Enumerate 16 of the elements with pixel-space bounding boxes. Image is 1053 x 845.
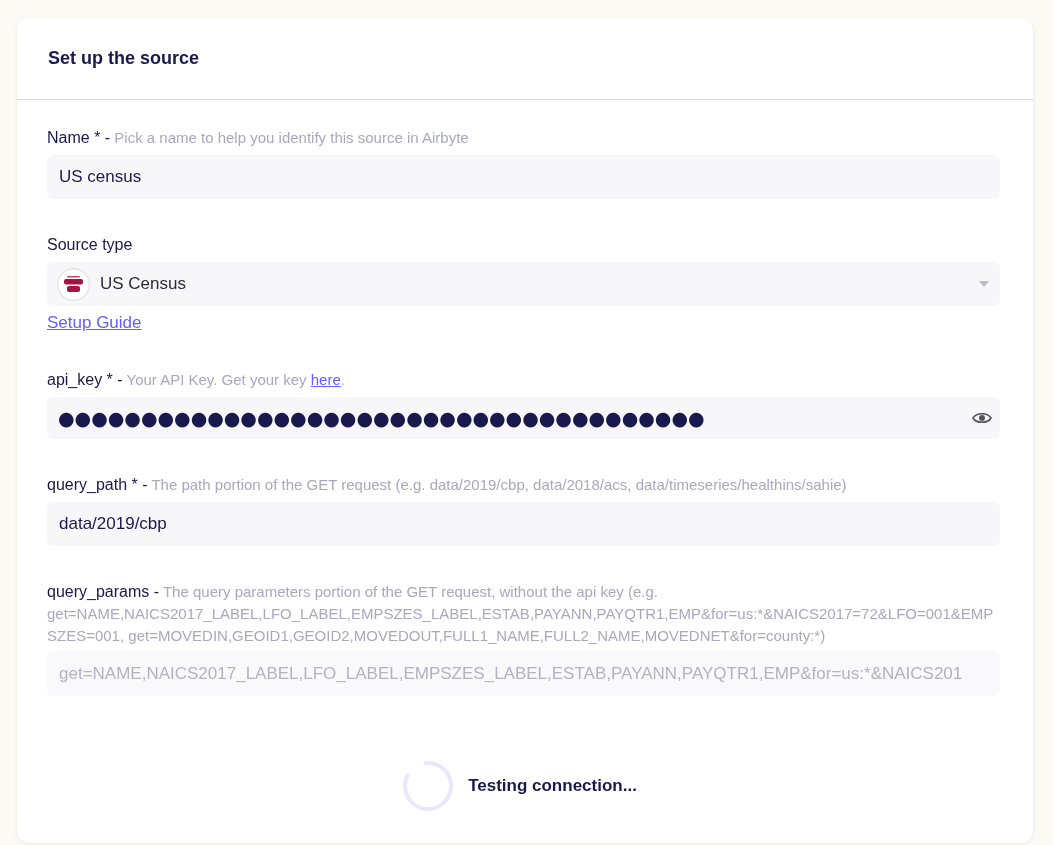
logo-icon: [57, 267, 90, 301]
password-field[interactable]: ●●●●●●●●●●●●●●●●●●●●●●●●●●●●●●●●●●●●●●●: [47, 397, 1000, 439]
field-label: Source type: [47, 235, 134, 255]
link[interactable]: here: [310, 371, 341, 388]
field-label: query_params - The query parameters portion of the GET request, without the api key (e.g. get=NAME,NAICS2017_LABEL,LFO_LABEL,EMPSZES_LABEL,ESTAB,PAYANN,PAYQTR1,EMP&for=us:*&NAICS2017=72&LFO=001&EMPSZES=001, get=MOVEDIN,GEOID1,GEOID2,MOVEDOUT,FULL1_NAME,FULL2_NAME,MOVEDNET&for=county:*): [47, 582, 995, 646]
eye-icon[interactable]: [972, 411, 992, 425]
caret-icon: [979, 281, 989, 287]
source-type-select[interactable]: US Census: [47, 262, 1000, 306]
field-label: api_key * - Your API Key. Get your key here.: [47, 370, 346, 390]
status-text: Testing connection...: [468, 775, 637, 798]
field-label: Name * - Pick a name to help you identify this source in Airbyte: [47, 128, 470, 148]
card-title: Set up the source: [48, 47, 200, 70]
setup-guide-link[interactable]: Setup Guide: [47, 312, 142, 334]
text-field[interactable]: data/2019/cbp: [47, 502, 1000, 546]
field-label: query_path * - The path portion of the GET request (e.g. data/2019/cbp, data/2018/acs, data/timeseries/healthins/sahie): [47, 475, 848, 495]
text-field[interactable]: US census: [47, 155, 1000, 199]
